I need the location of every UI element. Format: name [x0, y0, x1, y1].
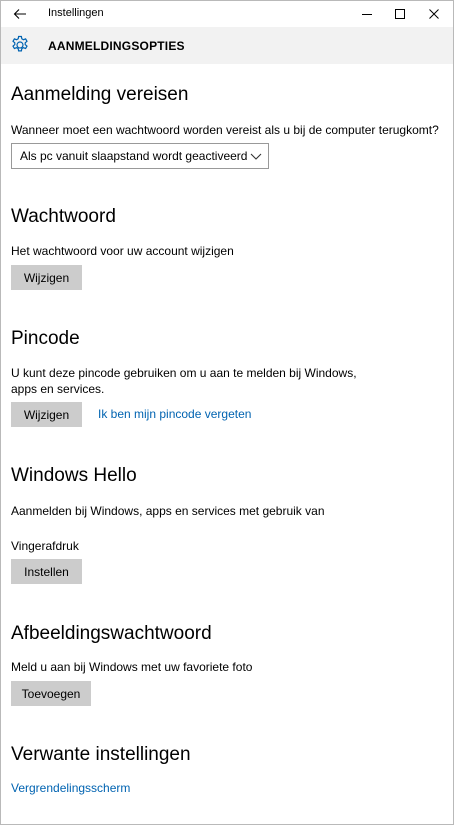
section-title-related-settings: Verwante instellingen: [11, 744, 191, 765]
gear-icon: [12, 35, 28, 52]
minimize-icon: [362, 14, 372, 15]
maximize-icon: [395, 9, 405, 19]
setup-fingerprint-button[interactable]: Instellen: [11, 559, 82, 584]
pin-description-line-1: U kunt deze pincode gebruiken om u aan t…: [11, 366, 357, 380]
section-title-sign-in-required: Aanmelding vereisen: [11, 84, 189, 105]
settings-window: Instellingen AANMELDINGSOPTIES Aanmeldin…: [0, 0, 454, 825]
section-title-pin: Pincode: [11, 328, 80, 349]
window-title: Instellingen: [48, 7, 104, 19]
add-picture-password-button[interactable]: Toevoegen: [11, 681, 91, 706]
change-password-button[interactable]: Wijzigen: [11, 265, 82, 290]
password-description: Het wachtwoord voor uw account wijzigen: [11, 244, 234, 258]
lock-screen-link[interactable]: Vergrendelingsscherm: [11, 781, 130, 795]
require-sign-in-dropdown[interactable]: Als pc vanuit slaapstand wordt geactivee…: [11, 143, 269, 169]
chevron-down-icon: [250, 153, 262, 160]
close-button[interactable]: [417, 1, 451, 27]
dropdown-selected-value: Als pc vanuit slaapstand wordt geactivee…: [20, 149, 248, 163]
minimize-button[interactable]: [350, 1, 384, 27]
section-title-windows-hello: Windows Hello: [11, 465, 137, 486]
page-header: AANMELDINGSOPTIES: [1, 27, 453, 64]
sign-in-required-description: Wanneer moet een wachtwoord worden verei…: [11, 123, 439, 137]
back-button[interactable]: [9, 4, 31, 24]
page-title: AANMELDINGSOPTIES: [48, 39, 185, 53]
title-bar: Instellingen: [1, 1, 453, 27]
maximize-button[interactable]: [383, 1, 417, 27]
section-title-picture-password: Afbeeldingswachtwoord: [11, 623, 212, 644]
fingerprint-label: Vingerafdruk: [11, 539, 79, 553]
pin-description-line-2: apps en services.: [11, 382, 105, 396]
section-title-password: Wachtwoord: [11, 206, 116, 227]
change-pin-button[interactable]: Wijzigen: [11, 402, 82, 427]
close-icon: [429, 9, 439, 19]
back-arrow-icon: [13, 9, 26, 19]
forgot-pin-link[interactable]: Ik ben mijn pincode vergeten: [98, 407, 251, 421]
picture-password-description: Meld u aan bij Windows met uw favoriete …: [11, 660, 253, 674]
windows-hello-description: Aanmelden bij Windows, apps en services …: [11, 504, 325, 518]
